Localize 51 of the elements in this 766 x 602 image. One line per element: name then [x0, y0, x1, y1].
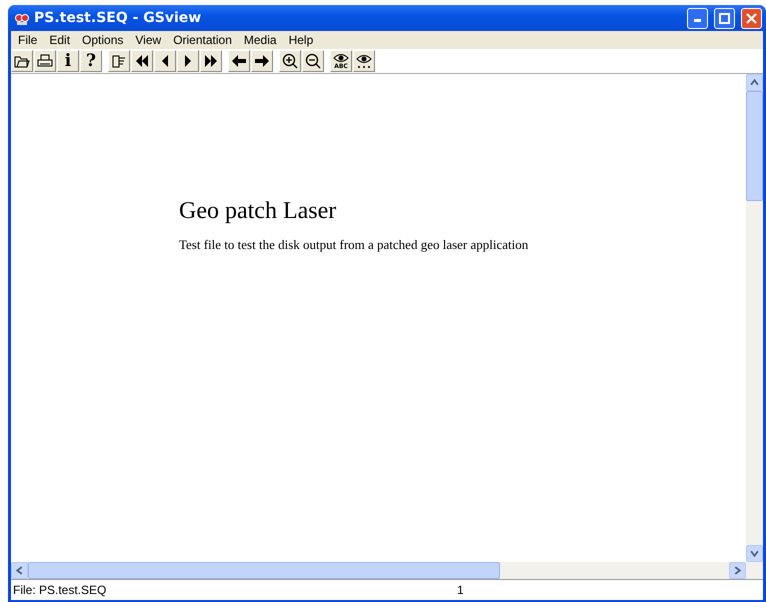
document-heading: Geo patch Laser — [179, 198, 338, 225]
toolbar-button[interactable] — [251, 50, 273, 72]
toolbar-button[interactable] — [131, 50, 153, 72]
close-icon — [746, 12, 757, 24]
menu-item[interactable]: Options — [77, 33, 128, 47]
scroll-thumb[interactable] — [746, 91, 763, 201]
scroll-down-button[interactable] — [746, 545, 763, 562]
toolbar-button[interactable] — [302, 50, 324, 72]
toolbar-button[interactable] — [200, 50, 222, 72]
menu-item[interactable]: Help — [284, 33, 318, 47]
eye-icon — [333, 52, 349, 63]
toolbar-button[interactable] — [11, 50, 33, 72]
menu-item[interactable]: Orientation — [168, 33, 237, 47]
last-page-icon — [203, 53, 219, 69]
chevron-left-icon — [15, 566, 24, 575]
right-arrow-icon — [254, 53, 270, 69]
status-file: File: PS.test.SEQ — [12, 583, 108, 597]
scroll-thumb[interactable] — [28, 562, 500, 579]
pointing-hand-icon — [111, 53, 127, 69]
document-text: Test file to test the disk output from a patched geo laser application — [179, 237, 530, 253]
toolbar-button[interactable] — [279, 50, 301, 72]
zoom-out-icon — [305, 53, 321, 69]
toolbar-button[interactable] — [154, 50, 176, 72]
close-button[interactable] — [741, 8, 762, 28]
menu-item[interactable]: File — [13, 33, 42, 47]
left-arrow-icon — [231, 53, 247, 69]
status-page: 1 — [457, 583, 464, 597]
toolbar-button[interactable] — [108, 50, 130, 72]
toolbar-button[interactable] — [34, 50, 56, 72]
toolbar-button[interactable]: i — [57, 50, 79, 72]
toolbar-button[interactable] — [228, 50, 250, 72]
toolbar-button[interactable]: ? — [80, 50, 102, 72]
minimize-button[interactable] — [687, 8, 708, 28]
zoom-in-icon — [282, 53, 298, 69]
menu-item[interactable]: View — [130, 33, 166, 47]
scroll-up-button[interactable] — [746, 74, 763, 91]
menu-item[interactable]: Media — [238, 33, 282, 47]
menu-item[interactable]: Edit — [44, 33, 76, 47]
maximize-button[interactable] — [714, 8, 735, 28]
eye-dots-icon — [356, 53, 372, 69]
toolbar-button[interactable] — [177, 50, 199, 72]
scroll-right-button[interactable] — [729, 562, 746, 579]
maximize-icon — [719, 12, 730, 24]
first-page-icon — [134, 53, 150, 69]
window-title: PS.test.SEQ - GSview — [34, 10, 202, 26]
chevron-right-icon — [733, 566, 742, 575]
chevron-down-icon — [750, 549, 759, 558]
scroll-left-button[interactable] — [11, 562, 28, 579]
toolbar-button[interactable] — [353, 50, 375, 72]
chevron-up-icon — [750, 78, 759, 87]
printer-icon — [37, 53, 53, 69]
